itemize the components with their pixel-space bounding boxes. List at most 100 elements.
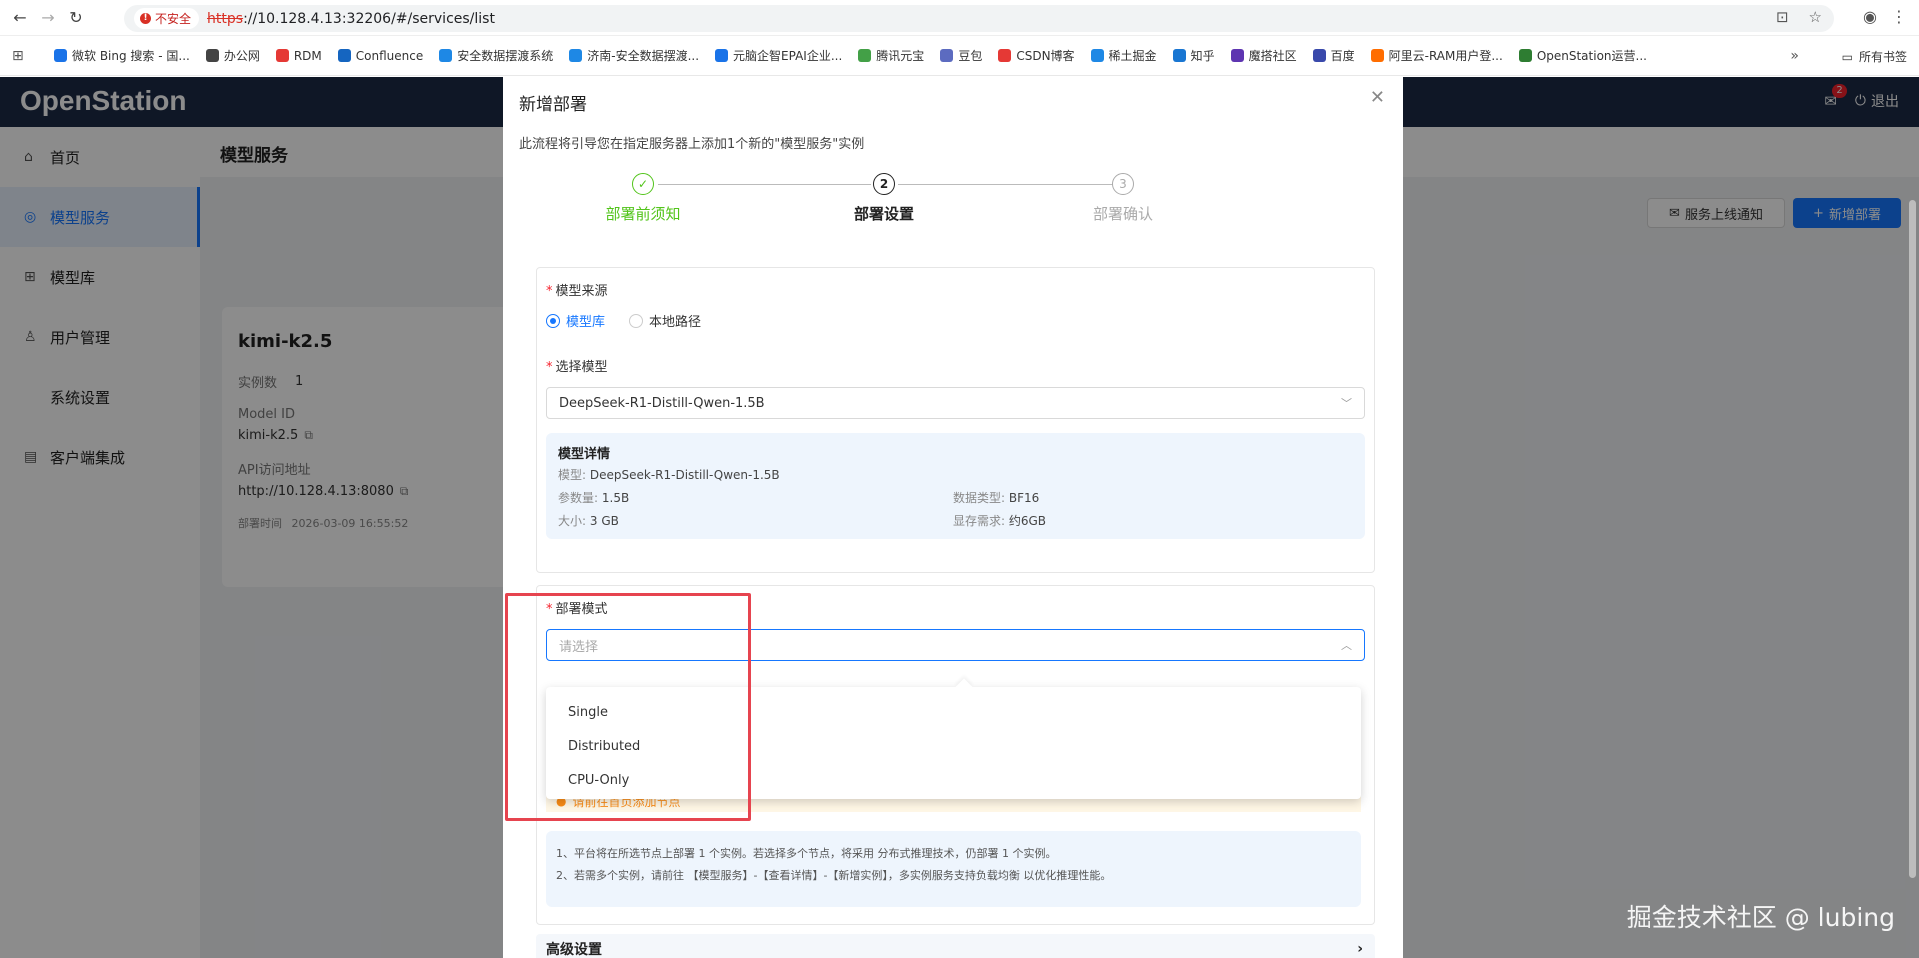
- bookmark-item[interactable]: 知乎: [1172, 47, 1215, 64]
- bookmark-item[interactable]: 百度: [1312, 47, 1355, 64]
- bookmark-icon: [337, 49, 351, 62]
- reload-icon[interactable]: ↻: [62, 4, 90, 32]
- close-icon[interactable]: ✕: [1370, 87, 1385, 108]
- select-model-label: * 选择模型: [546, 360, 608, 375]
- bookmark-label: 百度: [1330, 49, 1355, 63]
- url-protocol: https: [207, 10, 244, 27]
- apps-icon[interactable]: ⊞: [12, 48, 34, 64]
- bookmark-item[interactable]: 腾讯元宝: [858, 47, 924, 64]
- bookmark-label: 济南-安全数据摆渡...: [587, 49, 700, 63]
- detail-params-value: 1.5B: [601, 491, 630, 505]
- model-source-radio-group: 模型库 本地路径: [546, 311, 1365, 330]
- all-bookmarks[interactable]: ▭ 所有书签: [1842, 48, 1907, 65]
- bookmark-item[interactable]: 微软 Bing 搜索 - 国...: [54, 47, 190, 64]
- step-number: 2: [873, 173, 895, 195]
- star-icon[interactable]: ☆: [1809, 8, 1822, 26]
- model-select[interactable]: DeepSeek-R1-Distill-Qwen-1.5B ﹀: [546, 387, 1365, 419]
- bookmark-item[interactable]: 元脑企智EPAI企业...: [715, 47, 842, 64]
- browser-toolbar: ← → ↻ ! 不安全 https://10.128.4.13:32206/#/…: [0, 0, 1919, 36]
- bookmark-label: 微软 Bing 搜索 - 国...: [72, 49, 190, 63]
- radio-local-path[interactable]: 本地路径: [629, 311, 701, 330]
- annotation-highlight-box: [505, 593, 751, 821]
- bookmark-item[interactable]: CSDN博客: [998, 47, 1075, 64]
- step-label: 部署确认: [1092, 205, 1153, 223]
- bookmark-icon: [1312, 49, 1326, 62]
- radio-model-library[interactable]: 模型库: [546, 311, 605, 330]
- bookmark-icon: [1230, 49, 1244, 62]
- step-label: 部署前须知: [605, 205, 681, 223]
- radio-label: 本地路径: [649, 315, 702, 330]
- translate-icon[interactable]: ⊡: [1776, 8, 1789, 26]
- detail-dtype-value: BF16: [1008, 491, 1040, 505]
- bookmark-icon: [858, 49, 872, 62]
- bookmark-icon: [1172, 49, 1186, 62]
- radio-dot: [546, 313, 560, 328]
- bookmark-item[interactable]: 稀土掘金: [1090, 47, 1157, 64]
- back-icon[interactable]: ←: [6, 4, 34, 32]
- bookmark-label: Confluence: [355, 48, 424, 63]
- all-bookmarks-label: 所有书签: [1858, 50, 1907, 64]
- bookmarks-bar: ⊞ 微软 Bing 搜索 - 国... 办公网 RDM Confluence 安全数据摆…: [0, 36, 1919, 76]
- model-section: * 模型来源 模型库 本地路径 * 选择模型 DeepSeek-R1-Distill…: [536, 267, 1375, 573]
- forward-icon[interactable]: →: [34, 4, 62, 32]
- bookmark-item[interactable]: OpenStation运营...: [1518, 47, 1647, 64]
- profile-icon[interactable]: ◉: [1863, 7, 1877, 26]
- bookmark-label: CSDN博客: [1016, 49, 1075, 63]
- bookmark-item[interactable]: 阿里云-RAM用户登...: [1370, 47, 1503, 64]
- menu-icon[interactable]: ⋮: [1891, 7, 1907, 26]
- bookmark-label: RDM: [293, 48, 322, 63]
- bookmark-icon: [569, 49, 583, 62]
- modal-description: 此流程将引导您在指定服务器上添加1个新的"模型服务"实例: [519, 137, 865, 152]
- radio-label: 模型库: [566, 315, 606, 330]
- bookmark-item[interactable]: 豆包: [940, 47, 982, 64]
- bookmark-icon: [1090, 49, 1104, 62]
- bookmark-label: 安全数据摆渡系统: [457, 49, 554, 63]
- warning-icon: !: [140, 13, 151, 24]
- scrollbar-thumb[interactable]: [1909, 200, 1916, 878]
- bookmark-label: 魔搭社区: [1248, 49, 1297, 63]
- bookmark-label: 知乎: [1190, 49, 1215, 63]
- bookmark-label: 豆包: [958, 49, 983, 63]
- detail-model-value: DeepSeek-R1-Distill-Qwen-1.5B: [589, 468, 780, 482]
- detail-key: 大小:: [558, 514, 587, 528]
- bookmark-label: OpenStation运营...: [1536, 49, 1647, 63]
- bookmark-icon: [439, 49, 453, 62]
- modal-title: 新增部署: [519, 95, 587, 115]
- detail-vram-value: 约6GB: [1008, 514, 1047, 528]
- bookmark-item[interactable]: 办公网: [205, 47, 260, 64]
- bookmark-icon: [205, 49, 219, 62]
- chevron-up-icon: ︿: [1341, 639, 1352, 652]
- folder-icon: ▭: [1841, 49, 1853, 64]
- bookmark-item[interactable]: RDM: [275, 47, 322, 64]
- bookmark-icon: [998, 49, 1012, 62]
- bookmark-label: 稀土掘金: [1108, 49, 1157, 63]
- bookmark-item[interactable]: 安全数据摆渡系统: [439, 47, 553, 64]
- detail-key: 显存需求:: [953, 514, 1006, 528]
- bookmark-item[interactable]: 济南-安全数据摆渡...: [569, 47, 699, 64]
- bookmark-item[interactable]: Confluence: [337, 47, 424, 64]
- bookmark-label: 办公网: [223, 49, 260, 63]
- bookmark-label: 腾讯元宝: [876, 49, 925, 63]
- watermark: 掘金技术社区 @ lubing: [1626, 903, 1895, 932]
- step-3: 3 部署确认: [1043, 173, 1203, 224]
- bookmark-item[interactable]: 魔搭社区: [1230, 47, 1297, 64]
- model-detail-title: 模型详情: [558, 447, 611, 462]
- bookmark-icon: [1370, 49, 1384, 62]
- insecure-badge[interactable]: ! 不安全: [134, 8, 200, 29]
- bookmark-icon: [715, 49, 729, 62]
- tip-line: 1、平台将在所选节点上部署 1 个实例。若选择多个节点，将采用 分布式推理技术，…: [556, 847, 1057, 860]
- check-icon: ✓: [632, 173, 654, 195]
- bookmark-label: 阿里云-RAM用户登...: [1388, 49, 1503, 63]
- bookmarks-more-icon[interactable]: »: [1790, 48, 1799, 64]
- step-1: ✓ 部署前须知: [563, 173, 723, 224]
- step-2: 2 部署设置: [804, 173, 964, 224]
- advanced-settings[interactable]: 高级设置 ›: [536, 934, 1375, 958]
- url-text: ://10.128.4.13:32206/#/services/list: [243, 10, 495, 27]
- bookmark-icon: [1518, 49, 1532, 62]
- insecure-label: 不安全: [155, 12, 192, 26]
- bookmark-icon: [275, 49, 289, 62]
- steps: ✓ 部署前须知 2 部署设置 3 部署确认: [503, 173, 1403, 233]
- detail-key: 模型:: [558, 468, 587, 482]
- address-bar[interactable]: ! 不安全 https://10.128.4.13:32206/#/servic…: [124, 5, 1834, 32]
- model-detail-panel: 模型详情 模型: DeepSeek-R1-Distill-Qwen-1.5B 参…: [546, 433, 1365, 539]
